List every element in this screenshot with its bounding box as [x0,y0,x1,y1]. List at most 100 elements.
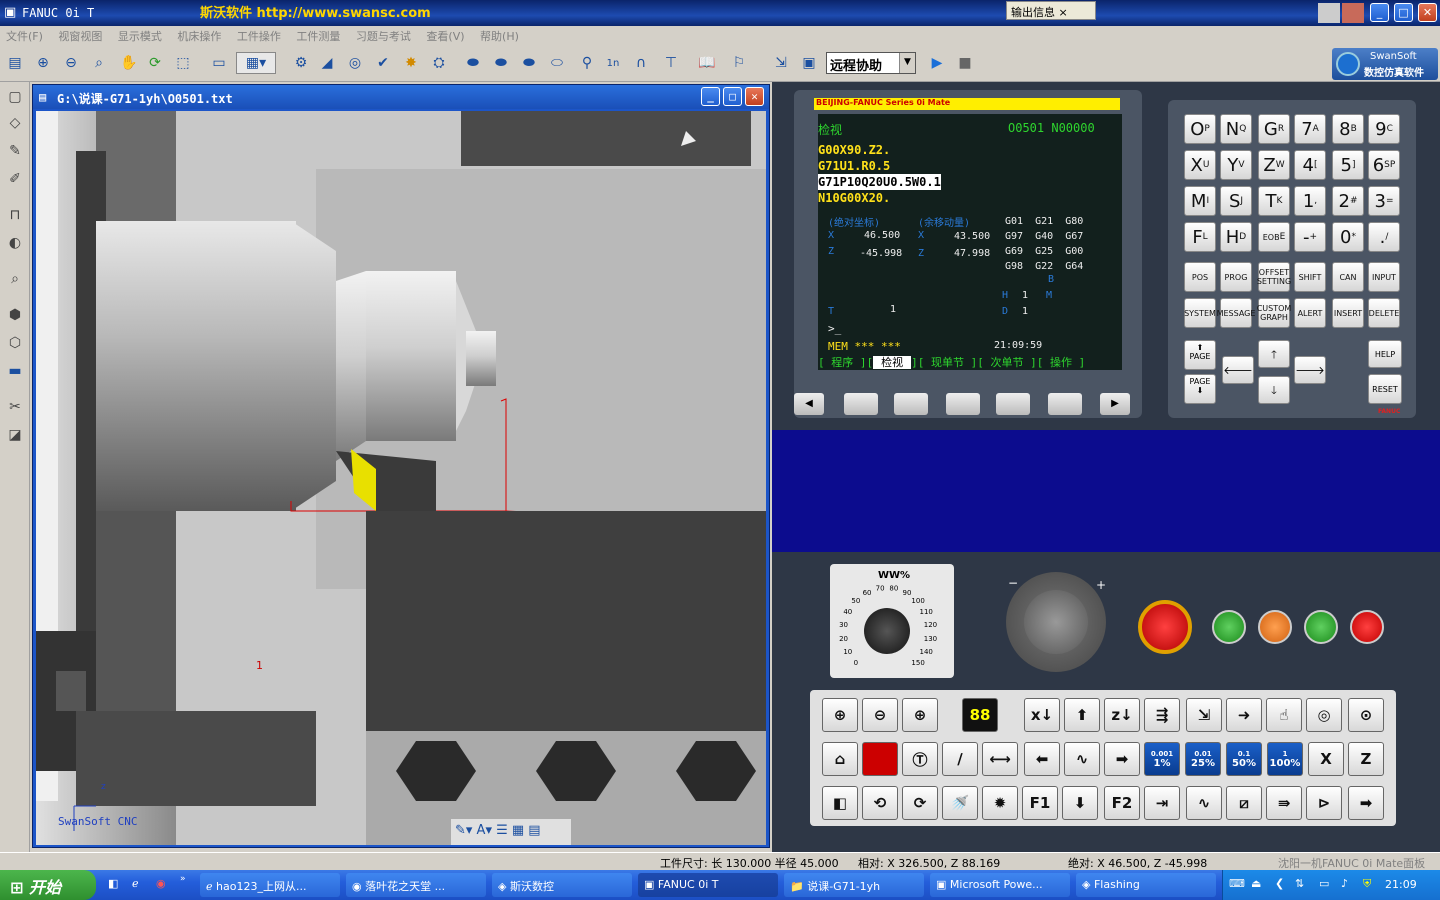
fixture-icon[interactable]: ⊓ [4,204,26,226]
softkey-right-arrow[interactable]: ▶ [1100,393,1130,415]
stop-red-icon[interactable]: ● [862,742,898,776]
softkey-left-arrow[interactable]: ◀ [794,393,824,415]
chuck-icon[interactable]: ⛭ [428,52,450,74]
task-swansoft[interactable]: ◈ 斯沃数控 [492,873,632,897]
rect-icon[interactable]: ▭ [208,52,230,74]
key-0-4[interactable]: 8B [1332,114,1364,144]
key-1-3[interactable]: 4[ [1294,150,1326,180]
tool-icon[interactable]: ⚙ [290,52,312,74]
viewport-close-button[interactable]: ✕ [745,87,764,106]
coolant-icon[interactable]: ∕ [942,742,978,776]
func-key-system[interactable]: SYSTEM [1184,298,1216,328]
softkey-button-4[interactable] [996,393,1030,415]
func-key-shift[interactable]: SHIFT [1294,262,1326,292]
key-2-0[interactable]: MI [1184,186,1216,216]
key-2-5[interactable]: 3 = [1368,186,1400,216]
z-jog-icon[interactable]: z↓ [1104,698,1140,732]
clock[interactable]: 21:09 [1385,878,1417,891]
zoom-in-icon[interactable]: ⊕ [32,52,54,74]
minus-key-icon[interactable]: ⊖ [862,698,898,732]
start-button[interactable]: ⊞ 开始 [0,870,96,900]
quicklaunch-ie-icon[interactable]: ℯ [132,877,139,890]
key-0-5[interactable]: 9C [1368,114,1400,144]
save-as-icon[interactable]: ▣ [798,52,820,74]
z-axis-key[interactable]: Z [1348,742,1384,776]
view-dropdown-icon[interactable]: ▦▾ [236,52,276,74]
key-0-2[interactable]: GR [1258,114,1290,144]
x-axis-key[interactable]: X [1308,742,1344,776]
func-key-prog[interactable]: PROG [1220,262,1252,292]
key-1-5[interactable]: 6 SP [1368,150,1400,180]
single-block-icon[interactable]: ◧ [822,786,858,820]
func-key-insert[interactable]: INSERT [1332,298,1364,328]
zoom-fit-icon[interactable]: ⌕ [88,52,110,74]
menu-workpiece-op[interactable]: 工件操作 [231,26,287,46]
shield-icon[interactable]: ⛨ [1363,877,1371,891]
brush-icon[interactable]: ✐ [4,168,26,190]
menu-machine-op[interactable]: 机床操作 [171,26,227,46]
softkey-current-block[interactable]: 现单节 [931,356,964,369]
softkey-button-2[interactable] [894,393,928,415]
key-2-1[interactable]: SJ [1220,186,1252,216]
maximize-button[interactable]: □ [1394,3,1413,22]
func-key-input[interactable]: INPUT [1368,262,1400,292]
zoom-out-icon[interactable]: ⊖ [60,52,82,74]
solid-icon[interactable]: ⬢ [4,304,26,326]
home-icon[interactable]: ⊙ [1348,698,1384,732]
softkey-next-block[interactable]: 次单节 [991,356,1024,369]
key-3-5[interactable]: . / [1368,222,1400,252]
coolant-icon[interactable]: ◎ [344,52,366,74]
edit-icon[interactable]: ⌂ [822,742,858,776]
spindle-stop-icon[interactable]: ✹ [982,786,1018,820]
cut-icon[interactable]: ✂ [4,396,26,418]
menu-view-window[interactable]: 视窗视图 [52,26,108,46]
x-jog-icon[interactable]: x↓ [1024,698,1060,732]
close-button[interactable]: ✕ [1418,3,1437,22]
coolant-on-icon[interactable]: 🚿 [942,786,978,820]
minimize-button[interactable]: _ [1370,3,1389,22]
jog-right-icon[interactable]: ➡ [1348,786,1384,820]
optional-stop-icon[interactable]: ⧄ [1226,786,1262,820]
spindle-ccw-icon[interactable]: ⟲ [862,786,898,820]
cycle-stop-button[interactable] [1350,610,1384,644]
keyboard-icon[interactable]: ⌨ [1229,877,1245,890]
feed-override-dial[interactable]: WW% 0 10 20 30 40 50 60 70 80 90 100 110 120 130 140 15… [830,564,954,678]
key-1-4[interactable]: 5] [1332,150,1364,180]
blank-icon[interactable]: ▢ [4,86,26,108]
measure-icon[interactable]: ⚲ [576,52,598,74]
key-2-4[interactable]: 2 # [1332,186,1364,216]
chevron-down-icon[interactable]: ▼ [899,53,915,73]
rapid-icon[interactable]: ∿ [1064,742,1100,776]
viewport-maximize-button[interactable]: □ [723,87,742,106]
softkey-button-3[interactable] [946,393,980,415]
task-flashing[interactable]: ◈ Flashing [1076,873,1216,897]
usb-icon[interactable]: ⏏ [1251,877,1261,890]
wire-icon[interactable]: ⬡ [4,332,26,354]
section-icon[interactable]: ◪ [4,424,26,446]
func-key-offset-setting[interactable]: OFFSET SETTING [1257,262,1291,292]
plus-key-icon[interactable]: ⊕ [902,698,938,732]
auto-icon[interactable]: ➜ [1226,698,1262,732]
pan-icon[interactable]: ✋ [118,52,140,74]
right-arrow-icon[interactable]: ➡ [1104,742,1140,776]
workpiece-icon[interactable]: ⬬ [462,52,484,74]
key-3-3[interactable]: - + [1294,222,1326,252]
key-0-1[interactable]: NQ [1220,114,1252,144]
pencil-icon[interactable]: ✎ [4,140,26,162]
feed-icon[interactable]: ⟷ [982,742,1018,776]
spark-icon[interactable]: ✸ [400,52,422,74]
machine-type[interactable]: 沈阳一机FANUC 0i Mate面板 [1278,855,1436,871]
softkey-check[interactable]: 检视 [873,356,912,369]
output-tab[interactable]: 输出信息 × [1006,1,1096,20]
mirror-icon[interactable]: ◐ [4,232,26,254]
block-icon[interactable]: ⇲ [1186,698,1222,732]
thumb-icon-2[interactable] [1342,3,1364,23]
cutter-icon[interactable]: ◢ [316,52,338,74]
play-icon[interactable]: ▶ [926,52,948,74]
program-protect-icon[interactable]: ⊕ [822,698,858,732]
volume-icon[interactable]: ♪ [1341,877,1348,890]
format-toolbar-icon[interactable]: ✎▾ A▾ ☰ ▦ ▤ [455,823,541,838]
func-key-custom-graph[interactable]: CUSTOM GRAPH [1257,298,1291,328]
quicklaunch-app-icon[interactable]: ◉ [156,877,166,890]
tool-change-icon[interactable]: Ⓣ [902,742,938,776]
